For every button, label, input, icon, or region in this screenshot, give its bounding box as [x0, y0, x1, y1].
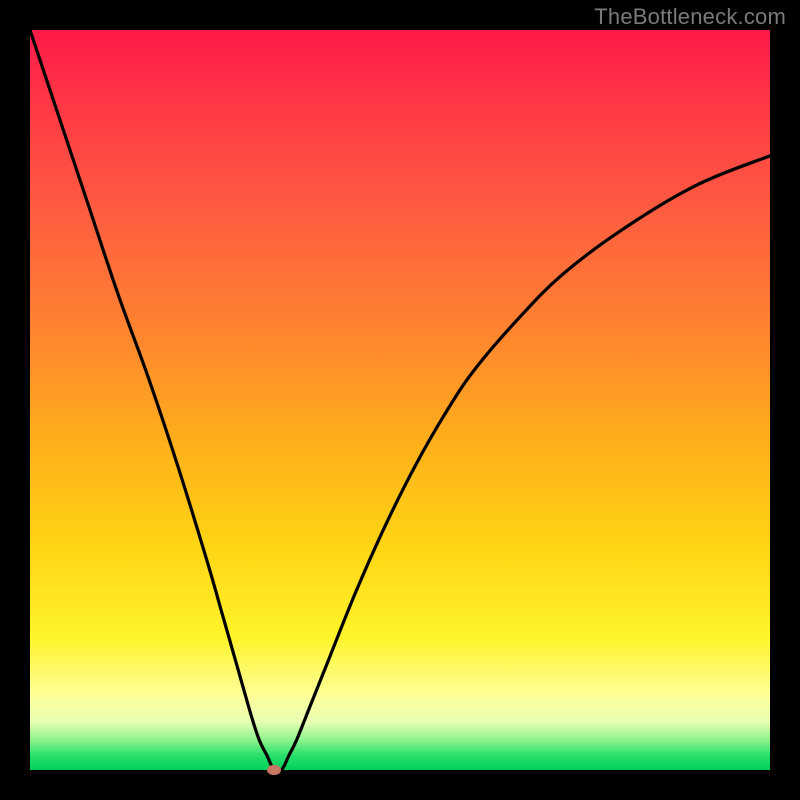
chart-frame: TheBottleneck.com [0, 0, 800, 800]
plot-area [30, 30, 770, 770]
watermark-text: TheBottleneck.com [594, 4, 786, 30]
optimal-point-marker [267, 765, 281, 775]
bottleneck-curve [30, 30, 770, 770]
